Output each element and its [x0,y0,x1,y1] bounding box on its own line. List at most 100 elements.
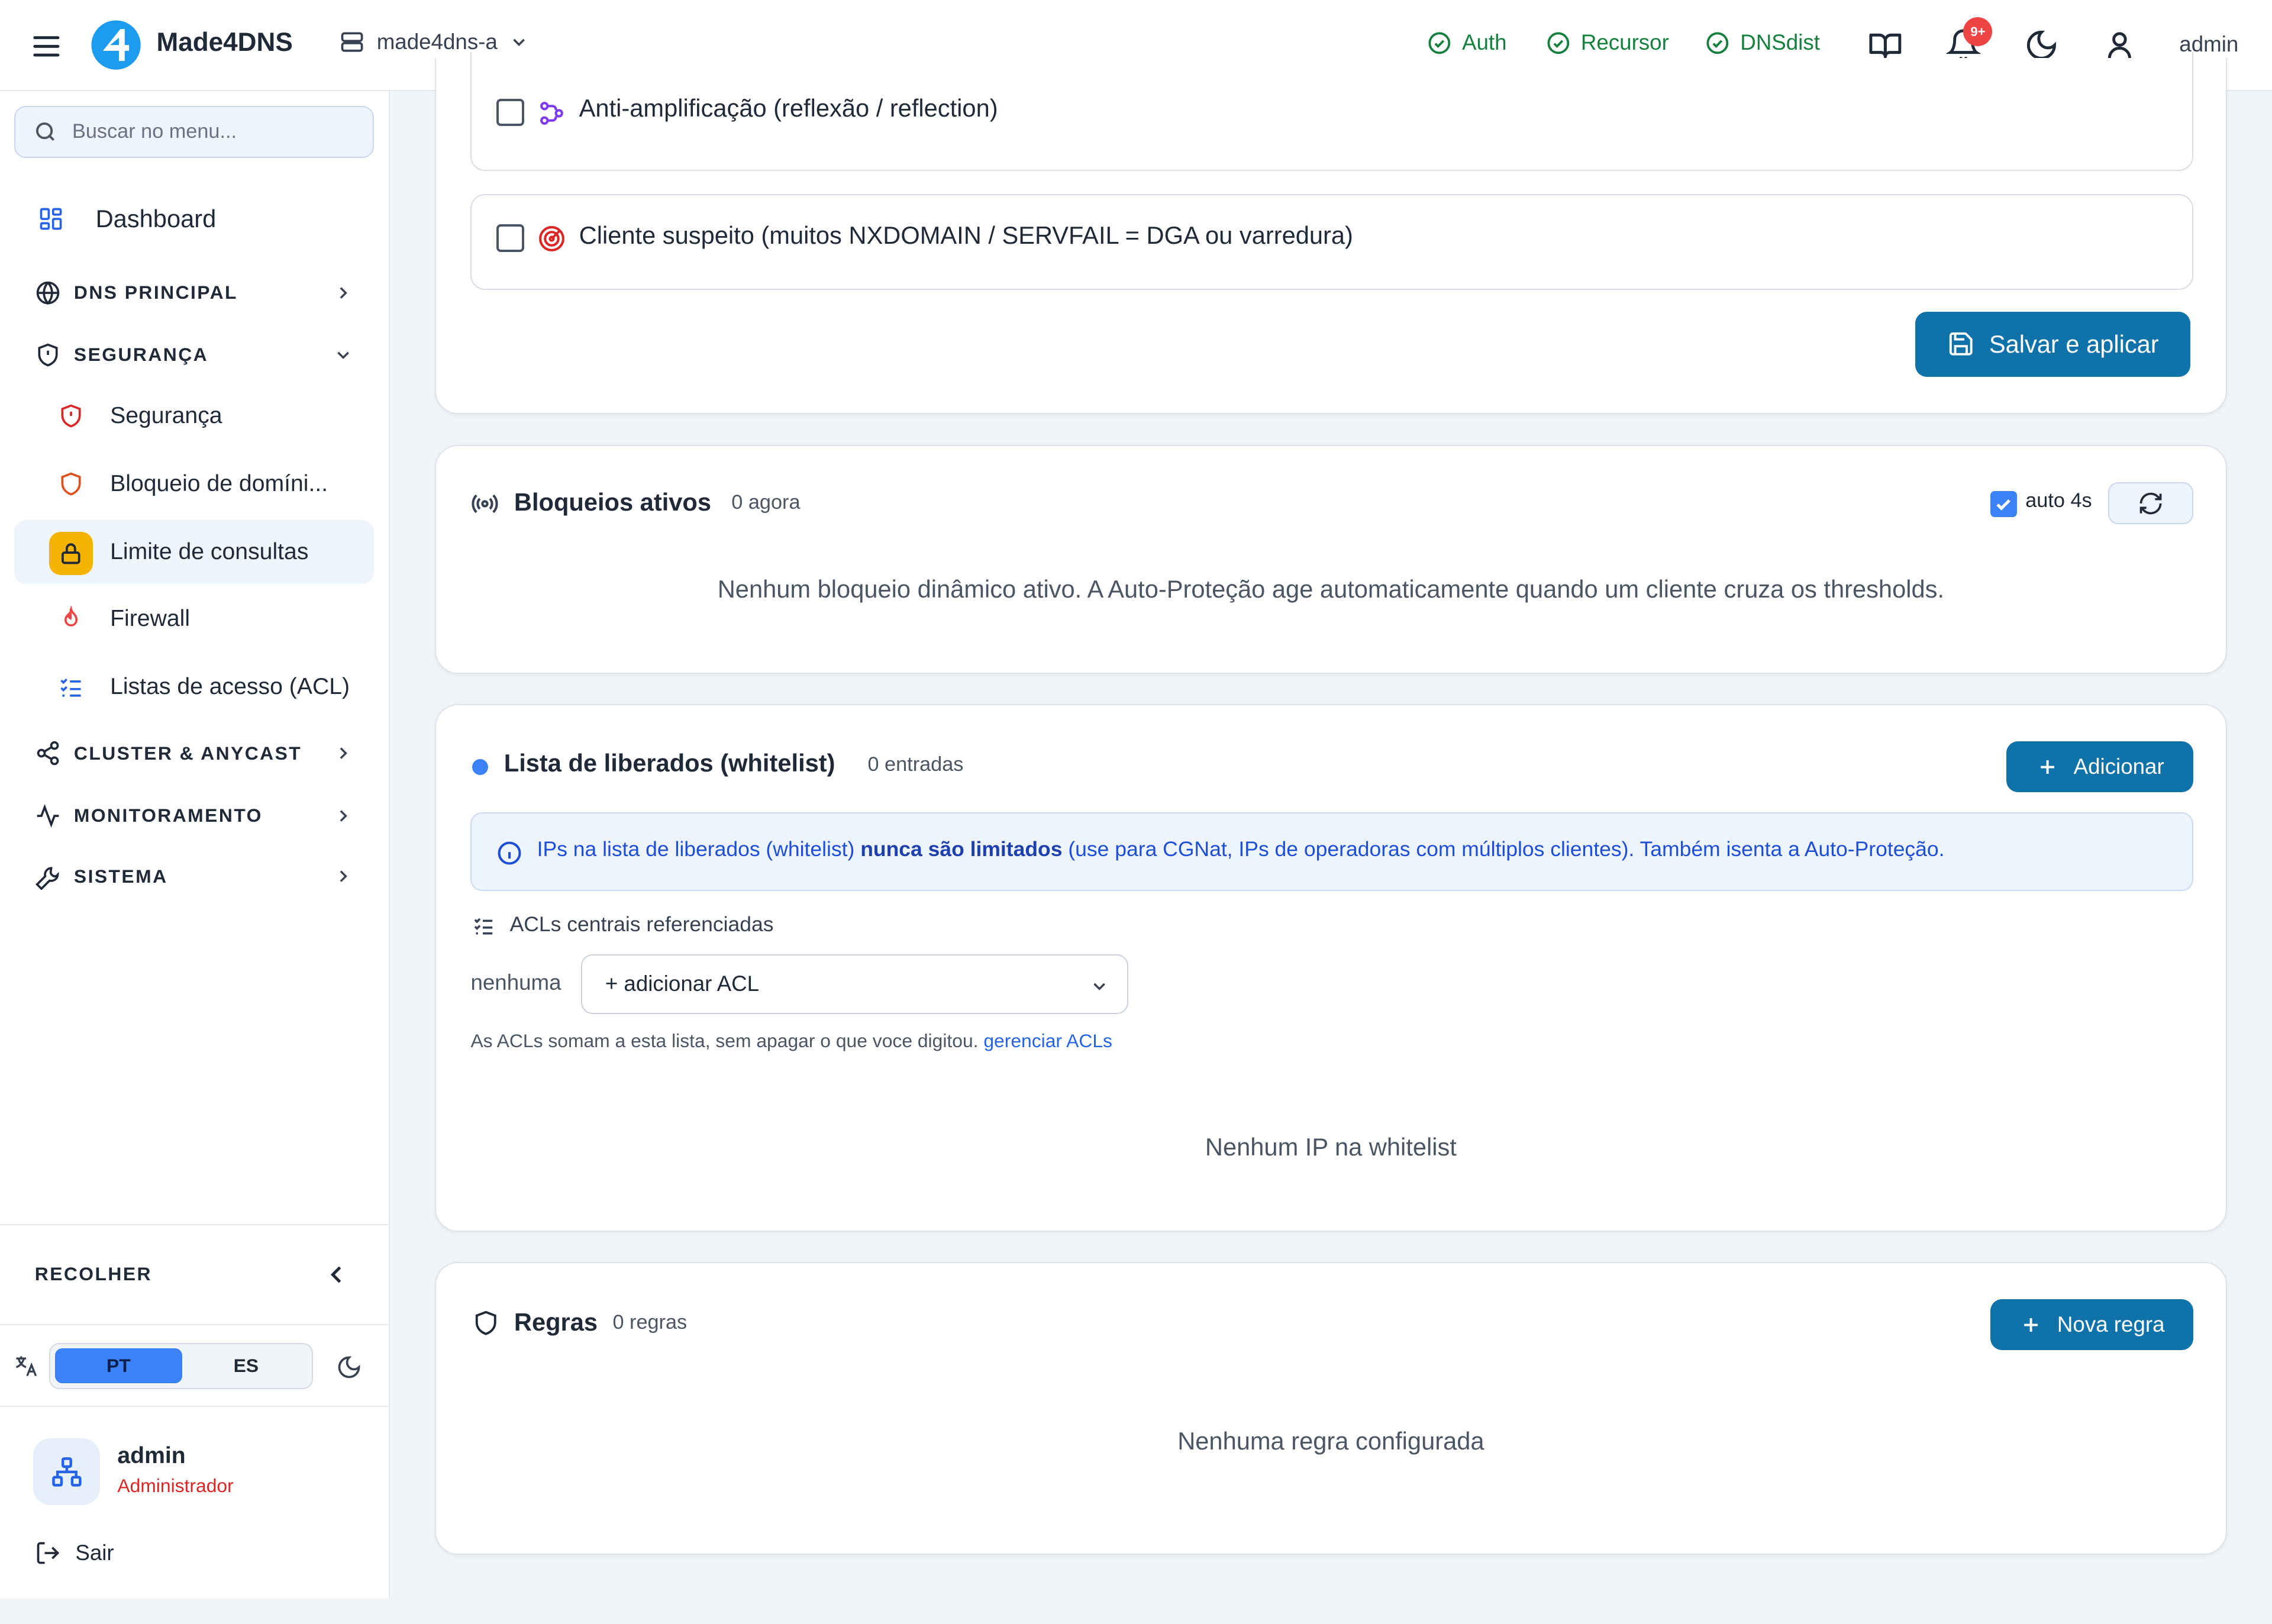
acl-heading: ACLs centrais referenciadas [509,912,774,937]
option-amplification: Anti-amplificação (reflexão / reflection… [470,52,2194,171]
radio-broadcast-icon [472,495,499,514]
rules-empty: Nenhuma regra configurada [1177,1426,1484,1455]
check-circle-icon [1428,32,1451,54]
menu-search[interactable]: Buscar no menu... [14,105,374,158]
refresh-icon [2139,492,2162,514]
server-selector[interactable]: made4dns-a [339,29,530,55]
sidebar-section-system[interactable]: SISTEMA [14,851,373,903]
lang-es-button[interactable]: ES [184,1348,309,1383]
rules-title: Regras [514,1307,598,1336]
acl-note: As ACLs somam a esta lista, sem apagar o… [470,1029,1112,1051]
list-checks-icon [474,918,493,935]
moon-icon[interactable] [336,1354,362,1380]
whitelist-dot [472,758,488,775]
status-dnsdist[interactable]: DNSdist [1705,30,1820,55]
avatar [33,1438,100,1506]
save-apply-button[interactable]: Salvar e aplicar [1915,311,2191,377]
brand-name: Made4DNS [156,27,293,57]
plus-icon [2041,760,2054,774]
refresh-button[interactable] [2108,482,2194,525]
acl-select-value: + adicionar ACL [605,971,760,996]
check-circle-icon [1547,32,1570,54]
sidebar-footer: RECOLHER PT ES admin Administrador Sair [0,1224,389,1565]
shield-alert-icon [38,343,58,367]
auto-refresh-checkbox[interactable] [1990,490,2017,517]
sidebar-section-cluster[interactable]: CLUSTER & ANYCAST [14,727,373,779]
share-icon [37,741,59,766]
workflow-icon [540,101,563,125]
sidebar-item-label: Firewall [110,605,191,631]
whitelist-count: 0 entradas [867,753,964,776]
shield-alert-icon [61,404,81,428]
shield-icon [475,1311,496,1336]
suspect-label: Cliente suspeito (muitos NXDOMAIN / SERV… [579,221,1353,250]
save-icon [1949,332,1973,356]
sidebar-item-label: Limite de consultas [110,539,309,565]
check-icon [1996,499,2011,511]
search-icon [36,122,54,141]
whitelist-info-banner: IPs na lista de liberados (whitelist) nu… [470,812,2194,891]
info-icon [498,841,521,865]
new-rule-button[interactable]: Nova regra [1990,1299,2194,1350]
manage-acls-link[interactable]: gerenciar ACLs [983,1030,1112,1051]
status-recursor[interactable]: Recursor [1546,30,1669,55]
chevron-right-icon [340,870,348,883]
server-icon [341,32,363,52]
add-whitelist-button[interactable]: Adicionar [2006,741,2194,793]
chevron-down-icon [337,351,350,359]
server-name: made4dns-a [376,30,498,54]
active-blocks-title: Bloqueios ativos [514,487,711,516]
sidebar-item-domain-block[interactable]: Bloqueio de domíni... [14,452,373,516]
lang-pt-button[interactable]: PT [54,1348,183,1383]
plus-icon [2024,1318,2038,1332]
chevron-right-icon [340,747,348,760]
activity-icon [37,803,59,828]
rules-count: 0 regras [612,1310,688,1334]
wrench-icon [35,866,59,890]
dashboard-icon [40,208,62,230]
suspect-checkbox[interactable] [496,224,524,252]
translate-icon [15,1356,37,1377]
acl-none-label: nenhuma [470,970,561,995]
status-auth[interactable]: Auth [1427,30,1507,55]
lock-icon-box [49,531,93,576]
collapse-label: RECOLHER [34,1263,152,1285]
sidebar-section-dns[interactable]: DNS PRINCIPAL [14,267,373,319]
chevron-right-icon [340,809,348,822]
menu-icon[interactable] [29,29,64,64]
acl-select[interactable]: + adicionar ACL [580,954,1129,1014]
sidebar-section-security[interactable]: SEGURANÇA [14,329,373,381]
chevron-down-icon [1093,983,1105,990]
sidebar-item-label: Listas de acesso (ACL) [110,673,350,699]
active-blocks-card: Bloqueios ativos 0 agora auto 4s Nenhum … [434,444,2228,674]
profile-name: admin [117,1442,186,1468]
sidebar-item-firewall[interactable]: Firewall [14,587,373,651]
sidebar-section-monitoring[interactable]: MONITORAMENTO [14,790,373,842]
network-icon [51,1457,82,1487]
lock-icon [62,543,80,564]
sidebar-item-label: Bloqueio de domíni... [110,470,328,496]
sidebar-item-dashboard[interactable]: Dashboard [14,187,373,251]
sidebar-item-label: Dashboard [95,204,217,233]
auto-protection-card: Anti-amplificação (reflexão / reflection… [434,52,2228,415]
whitelist-info-text: IPs na lista de liberados (whitelist) nu… [537,837,1945,861]
notification-badge: 9+ [1963,17,1993,47]
globe-icon [36,281,60,305]
auto-refresh-label: auto 4s [2025,489,2092,512]
shield-icon [61,472,81,496]
logout-icon [37,1542,59,1564]
made4dns-logo [91,20,141,70]
chevron-left-icon [330,1266,341,1283]
whitelist-title: Lista de liberados (whitelist) [504,748,835,777]
sidebar-item-rate-limit[interactable]: Limite de consultas [14,520,374,584]
language-switcher: PT ES [0,1325,389,1407]
sidebar-item-acl[interactable]: Listas de acesso (ACL) [14,655,373,719]
collapse-toggle[interactable]: RECOLHER [0,1225,389,1326]
amplification-checkbox[interactable] [496,98,524,127]
sidebar-item-security[interactable]: Segurança [14,384,373,448]
chevron-right-icon [340,286,348,299]
search-input[interactable]: Buscar no menu... [72,120,237,143]
sidebar: Buscar no menu... Dashboard DNS PRINCIPA… [0,91,390,1599]
active-blocks-empty: Nenhum bloqueio dinâmico ativo. A Auto-P… [717,574,1945,603]
logout-button[interactable]: Sair [35,1540,114,1566]
